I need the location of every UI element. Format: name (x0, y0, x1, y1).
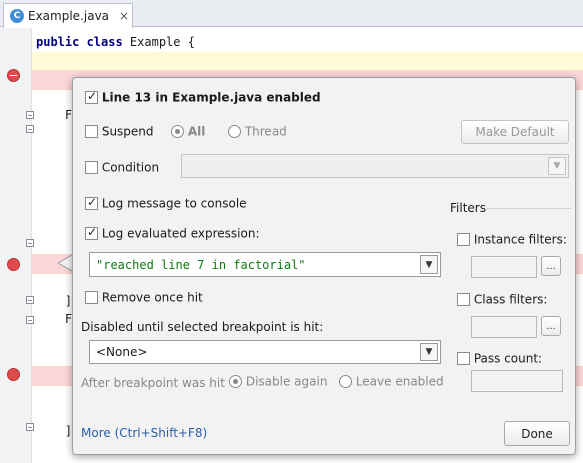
instance-filters-label: Instance filters: (473, 232, 567, 247)
log-message-label: Log message to console (101, 196, 247, 211)
leave-enabled-radio[interactable]: Leave enabled (339, 374, 444, 389)
tab-example-java[interactable]: C Example.java × (3, 3, 133, 28)
class-filters-checkbox[interactable] (457, 293, 470, 306)
code-text: ] (36, 424, 73, 438)
java-class-icon: C (10, 9, 24, 23)
log-expression-checkbox[interactable] (85, 225, 98, 240)
log-expression-toggle[interactable]: Log evaluated expression: (85, 225, 260, 241)
breakpoint-icon[interactable] (7, 368, 20, 381)
radio-disable-again[interactable] (229, 375, 242, 388)
tab-label: Example.java (28, 9, 110, 23)
editor-tab-bar: C Example.java × (0, 0, 583, 28)
chevron-down-icon[interactable]: ▼ (420, 343, 438, 361)
close-icon[interactable]: × (119, 9, 129, 23)
after-hit-label: After breakpoint was hit (81, 376, 225, 390)
disable-again-label: Disable again (245, 374, 328, 389)
done-button[interactable]: Done (504, 421, 570, 446)
suspend-thread-radio[interactable]: Thread (228, 124, 287, 139)
enabled-toggle[interactable]: Line 13 in Example.java enabled (85, 89, 321, 105)
code-line: public class Example { (32, 32, 583, 52)
expression-combo[interactable]: "reached line 7 in factorial" ▼ (89, 252, 441, 277)
condition-checkbox[interactable] (85, 161, 98, 174)
editor-gutter (0, 28, 34, 463)
fold-icon[interactable] (26, 125, 34, 133)
disabled-until-combo[interactable]: <None> ▼ (89, 340, 441, 364)
instance-filters-checkbox[interactable] (457, 233, 470, 246)
condition-toggle[interactable]: Condition (85, 160, 159, 175)
suspend-all-label: All (187, 124, 206, 139)
code-text: ] (36, 294, 73, 308)
filters-heading: Filters (450, 201, 486, 215)
instance-filters-browse-button[interactable]: ... (541, 256, 561, 276)
suspend-label: Suspend (101, 124, 154, 139)
condition-field[interactable]: ▼ (181, 154, 569, 178)
suspend-thread-label: Thread (244, 124, 287, 139)
disabled-until-value: <None> (96, 345, 148, 359)
radio-leave-enabled[interactable] (339, 375, 352, 388)
chevron-down-icon[interactable]: ▼ (548, 157, 566, 175)
breakpoint-disabled-icon[interactable] (7, 69, 20, 82)
suspend-toggle[interactable]: Suspend (85, 124, 154, 139)
pass-count-toggle[interactable]: Pass count: (457, 351, 542, 366)
suspend-checkbox[interactable] (85, 125, 98, 138)
code-text: Example { (122, 35, 195, 49)
instance-filters-toggle[interactable]: Instance filters: (457, 232, 567, 247)
code-line-current (32, 52, 583, 72)
class-filters-browse-button[interactable]: ... (541, 316, 561, 336)
expression-value[interactable]: "reached line 7 in factorial" (96, 258, 306, 272)
leave-enabled-label: Leave enabled (355, 374, 444, 389)
fold-icon[interactable] (26, 239, 34, 247)
code-text: F (36, 108, 73, 122)
make-default-button[interactable]: Make Default (461, 120, 569, 144)
breakpoint-properties-dialog: Line 13 in Example.java enabled Suspend … (72, 77, 576, 455)
radio-thread[interactable] (228, 125, 241, 138)
disabled-until-label: Disabled until selected breakpoint is hi… (81, 320, 324, 334)
enabled-checkbox[interactable] (85, 89, 98, 104)
more-link[interactable]: More (Ctrl+Shift+F8) (81, 426, 207, 440)
remove-once-hit-label: Remove once hit (101, 290, 203, 305)
remove-once-hit-checkbox[interactable] (85, 291, 98, 304)
breakpoint-icon[interactable] (7, 258, 20, 271)
pass-count-label: Pass count: (473, 351, 543, 366)
condition-label: Condition (101, 160, 160, 175)
remove-once-hit-toggle[interactable]: Remove once hit (85, 290, 203, 305)
log-message-toggle[interactable]: Log message to console (85, 195, 247, 211)
code-keyword: public class (36, 35, 123, 49)
filters-divider (486, 208, 571, 209)
class-filters-label: Class filters: (473, 292, 548, 307)
suspend-all-radio[interactable]: All (171, 124, 205, 139)
class-filters-toggle[interactable]: Class filters: (457, 292, 547, 307)
disable-again-radio[interactable]: Disable again (229, 374, 327, 389)
pass-count-checkbox[interactable] (457, 352, 470, 365)
instance-filters-field[interactable] (471, 256, 537, 278)
pass-count-field[interactable] (471, 370, 563, 392)
chevron-down-icon[interactable]: ▼ (420, 255, 438, 274)
radio-all[interactable] (171, 125, 184, 138)
dialog-title: Line 13 in Example.java enabled (101, 90, 321, 105)
class-filters-field[interactable] (471, 316, 537, 338)
code-text: F (36, 312, 73, 326)
log-message-checkbox[interactable] (85, 195, 98, 210)
log-expression-label: Log evaluated expression: (101, 226, 260, 241)
